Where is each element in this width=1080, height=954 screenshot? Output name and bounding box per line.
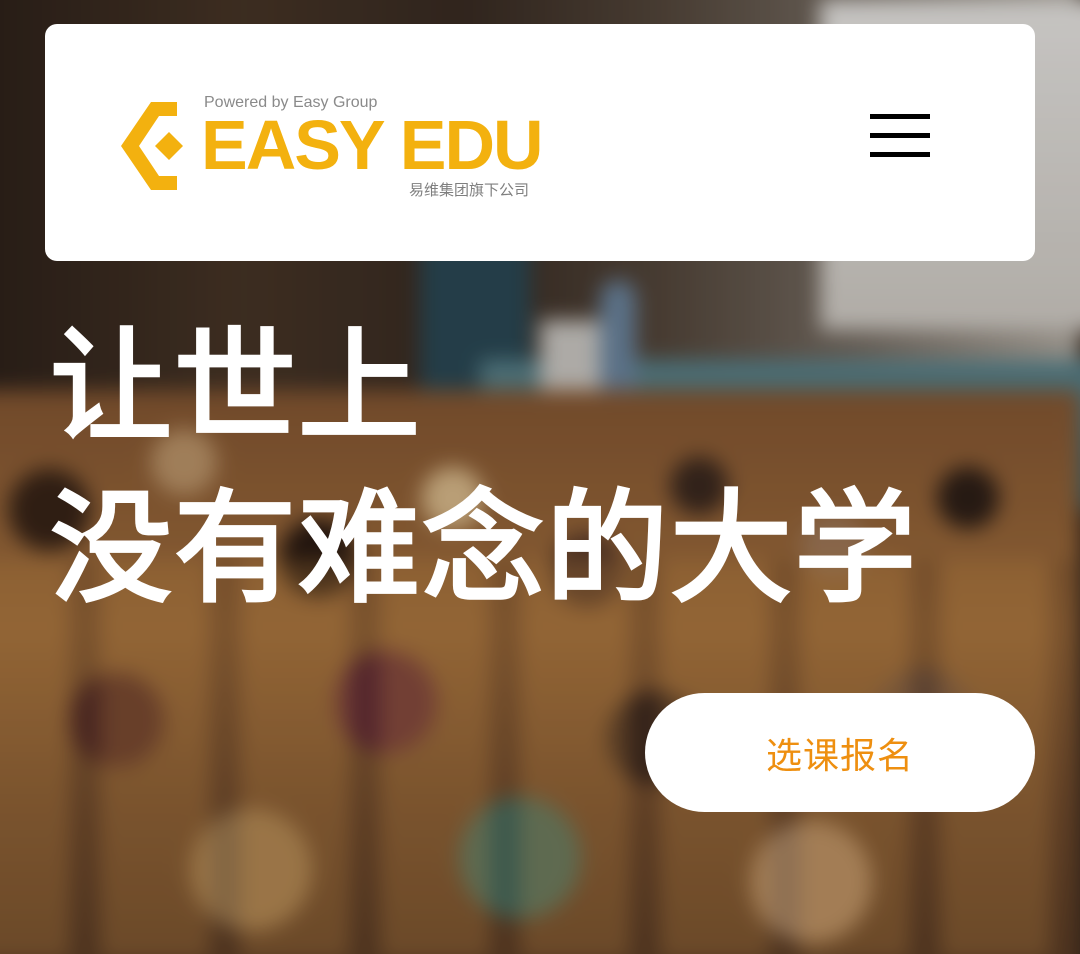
easy-edu-logo-icon <box>121 102 183 190</box>
enroll-button[interactable]: 选课报名 <box>645 693 1035 812</box>
hero-headline: 让世上 没有难念的大学 <box>50 306 918 630</box>
hero-section: Powered by Easy Group EASY EDU 易维集团旗下公司 … <box>0 0 1080 954</box>
hero-headline-line-2: 没有难念的大学 <box>50 478 918 620</box>
logo-subtitle-text: 易维集团旗下公司 <box>409 181 530 199</box>
hero-headline-line-1: 让世上 <box>50 316 422 458</box>
site-header: Powered by Easy Group EASY EDU 易维集团旗下公司 <box>45 24 1035 261</box>
logo-brand-text: EASY EDU <box>201 106 544 184</box>
easy-edu-logo[interactable]: Powered by Easy Group EASY EDU 易维集团旗下公司 <box>117 94 557 204</box>
hamburger-menu-icon[interactable] <box>870 114 930 160</box>
